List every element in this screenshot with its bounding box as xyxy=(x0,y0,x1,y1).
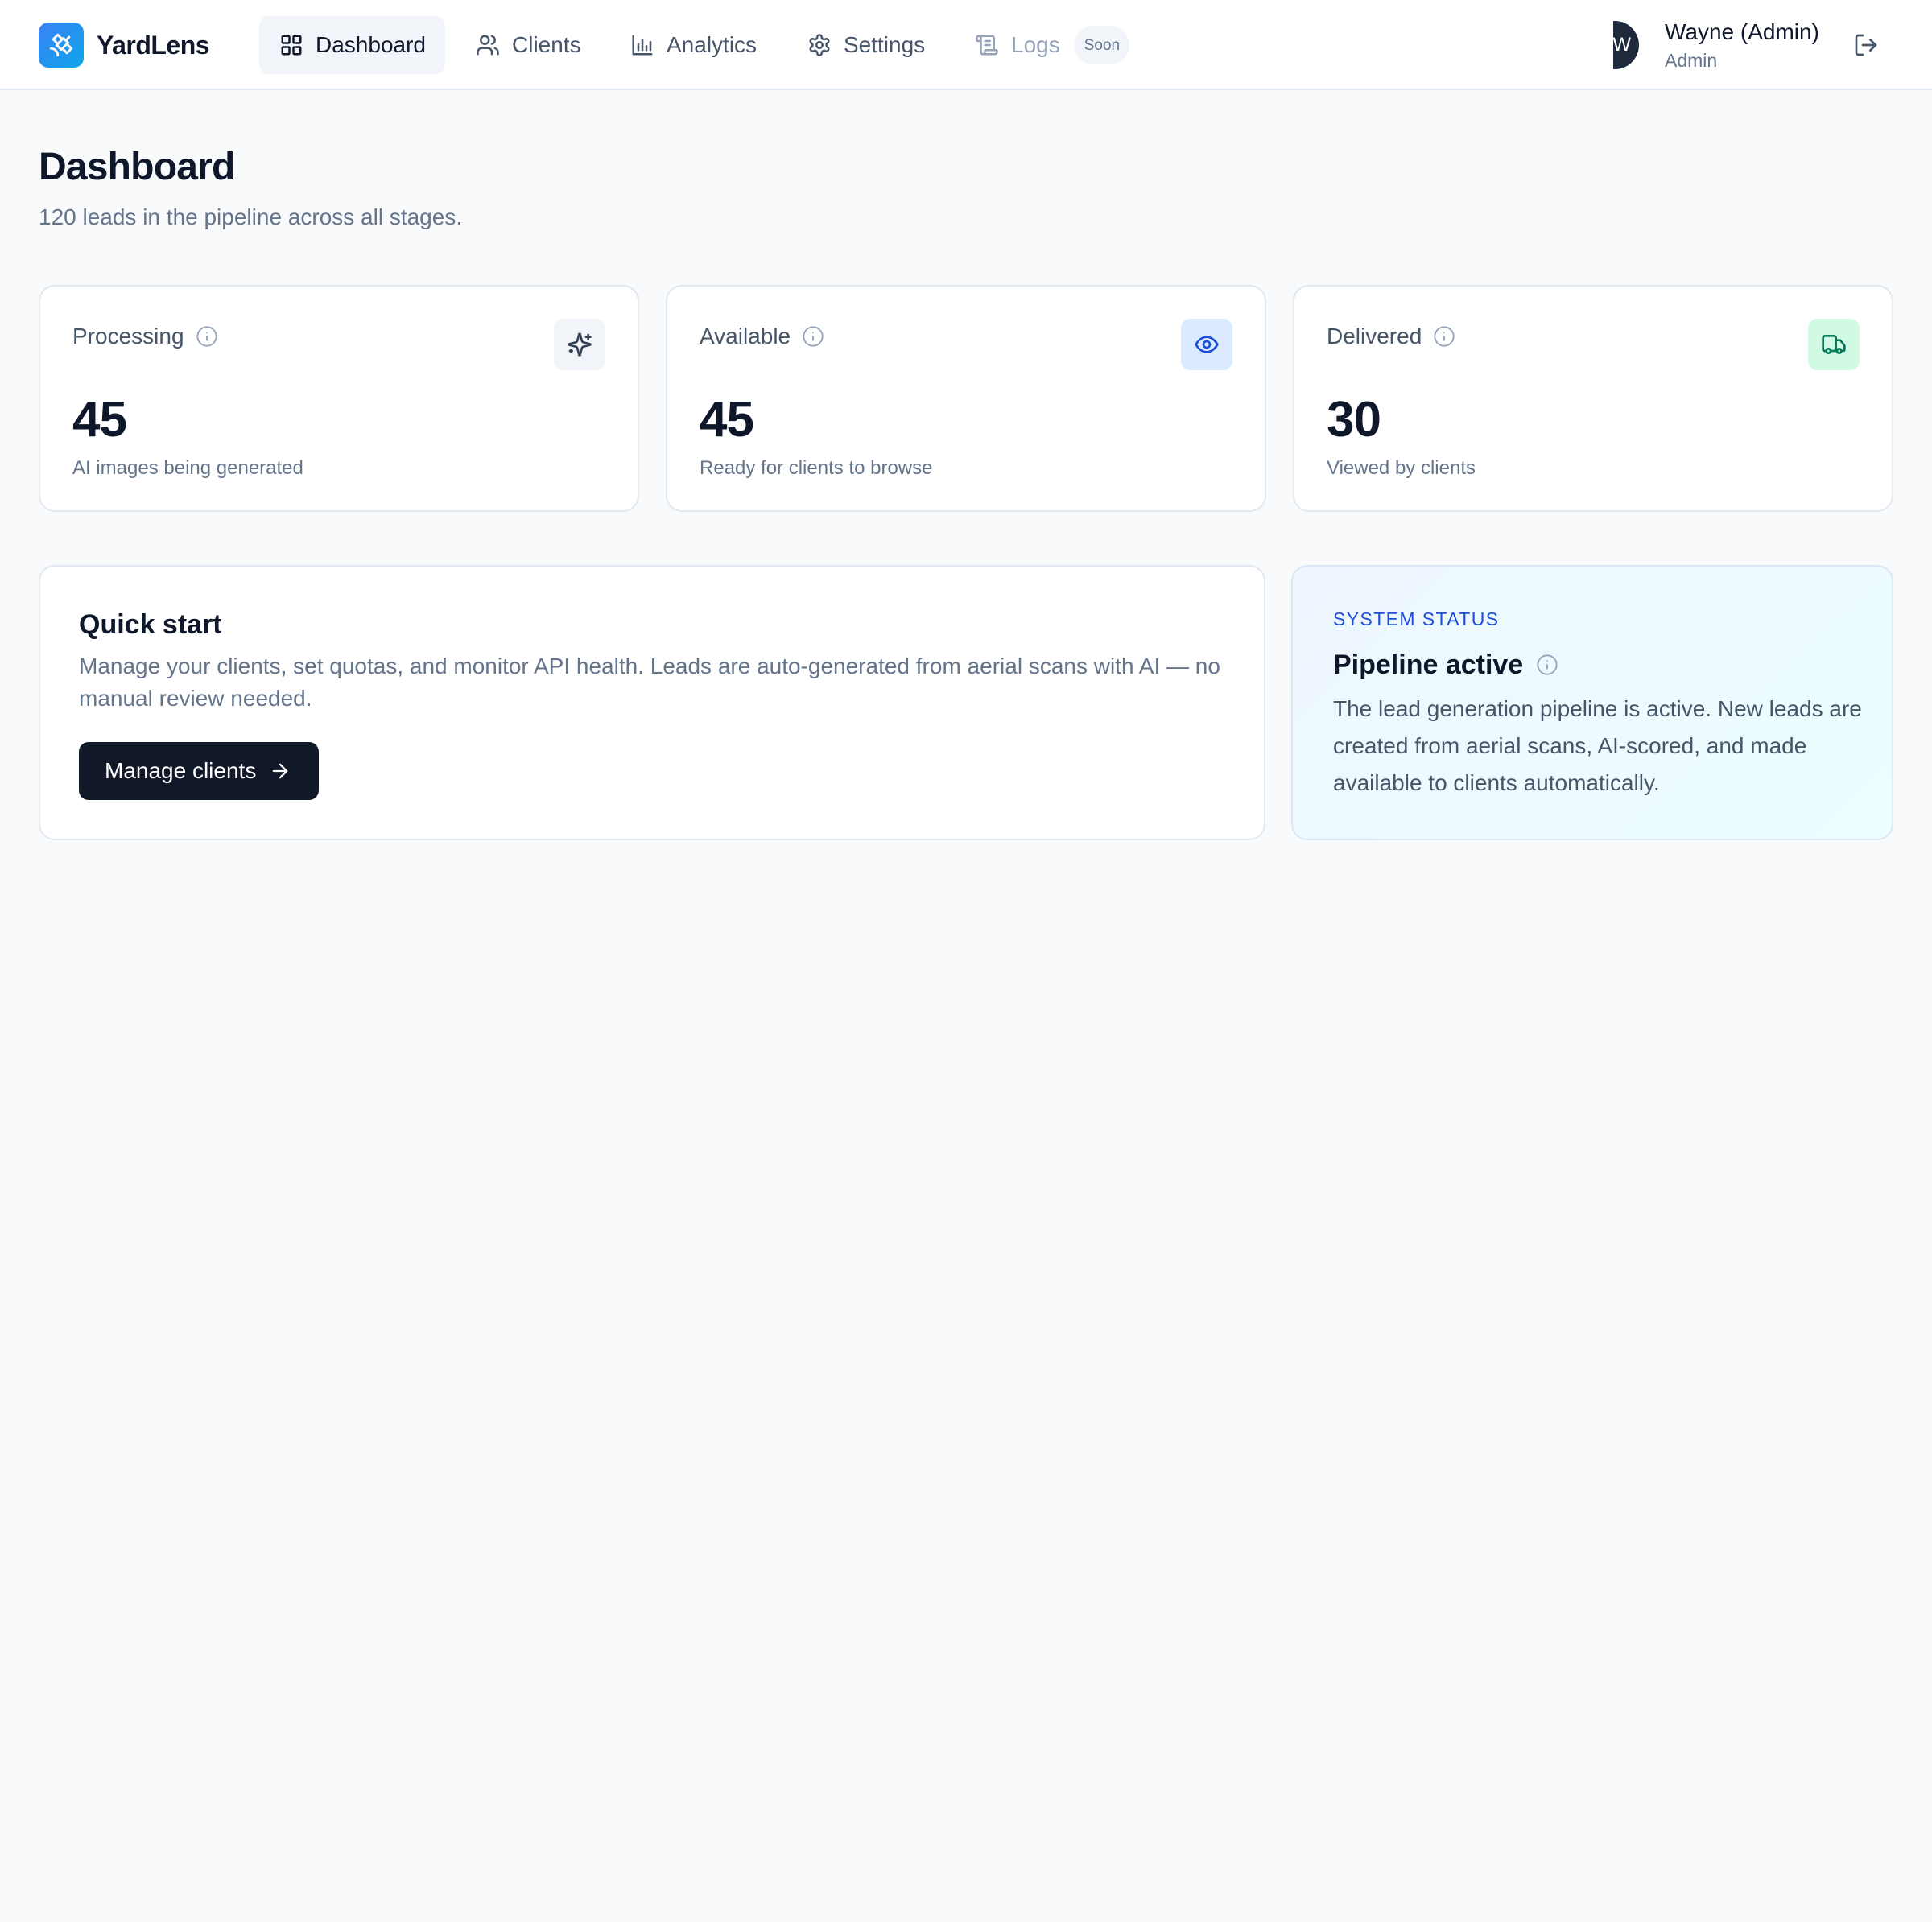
brand-name[interactable]: YardLens xyxy=(97,27,210,63)
logo-icon[interactable] xyxy=(39,23,84,68)
stat-value: 30 xyxy=(1327,392,1381,448)
manage-clients-label: Manage clients xyxy=(105,758,257,783)
avatar[interactable]: W xyxy=(1613,21,1662,69)
gear-icon xyxy=(807,32,832,58)
soon-badge: Soon xyxy=(1074,26,1130,64)
manage-clients-button[interactable]: Manage clients xyxy=(79,742,320,800)
page-subtitle: 120 leads in the pipeline across all sta… xyxy=(39,204,463,229)
nav-item-logs: Logs Soon xyxy=(955,16,1130,74)
stat-value: 45 xyxy=(700,392,754,448)
stat-label: Processing xyxy=(72,324,184,349)
nav-item-label: Clients xyxy=(512,32,581,57)
stat-description: Ready for clients to browse xyxy=(700,457,933,479)
stat-label: Available xyxy=(700,324,791,349)
users-icon xyxy=(475,32,501,58)
logout-icon[interactable] xyxy=(1852,31,1880,60)
stat-label-row: Delivered xyxy=(1327,322,1455,351)
nav-item-analytics[interactable]: Analytics xyxy=(610,16,776,74)
nav-item-dashboard[interactable]: Dashboard xyxy=(259,16,445,74)
stat-description: AI images being generated xyxy=(72,457,303,479)
info-icon[interactable] xyxy=(802,325,824,348)
info-icon[interactable] xyxy=(196,325,218,348)
grid-icon xyxy=(279,32,304,58)
stat-label: Delivered xyxy=(1327,324,1422,349)
status-eyebrow: SYSTEM STATUS xyxy=(1333,608,1500,629)
quick-start-title: Quick start xyxy=(79,609,222,640)
stat-description: Viewed by clients xyxy=(1327,457,1476,479)
truck-icon xyxy=(1808,319,1860,370)
quick-start-text: Manage your clients, set quotas, and mon… xyxy=(79,654,1220,711)
stat-value: 45 xyxy=(72,392,127,448)
nav-item-label: Logs xyxy=(1011,32,1060,57)
status-text: The lead generation pipeline is active. … xyxy=(1333,696,1862,795)
system-status-card: SYSTEM STATUS Pipeline active The lead g… xyxy=(1291,565,1893,840)
info-icon[interactable] xyxy=(1433,325,1455,348)
quick-start-card: Quick start Manage your clients, set quo… xyxy=(39,565,1265,840)
stat-label-row: Available xyxy=(700,322,824,351)
sparkles-icon xyxy=(554,319,605,370)
stat-label-row: Processing xyxy=(72,322,218,351)
user-role: Admin xyxy=(1665,50,1718,71)
stat-card-available: Available 45 Ready for clients to browse xyxy=(666,285,1266,512)
scroll-icon xyxy=(974,32,1000,58)
nav-item-clients[interactable]: Clients xyxy=(456,16,601,74)
status-title: Pipeline active xyxy=(1333,650,1524,680)
status-title-row: Pipeline active xyxy=(1333,647,1558,683)
nav-item-label: Settings xyxy=(844,32,926,57)
nav-item-label: Analytics xyxy=(667,32,758,57)
info-icon[interactable] xyxy=(1536,654,1558,676)
user-name: Wayne (Admin) xyxy=(1665,19,1819,44)
eye-icon xyxy=(1181,319,1232,370)
avatar-initial: W xyxy=(1613,21,1639,69)
page-title: Dashboard xyxy=(39,146,235,188)
nav-item-label: Dashboard xyxy=(316,32,426,57)
stat-card-processing: Processing 45 AI images being generated xyxy=(39,285,639,512)
top-navigation-bar: YardLens Dashboard Clients Analytics Set… xyxy=(0,0,1932,90)
arrow-right-icon xyxy=(269,760,291,782)
bar-chart-icon xyxy=(630,32,655,58)
stat-card-delivered: Delivered 30 Viewed by clients xyxy=(1293,285,1893,512)
nav-item-settings[interactable]: Settings xyxy=(787,16,944,74)
